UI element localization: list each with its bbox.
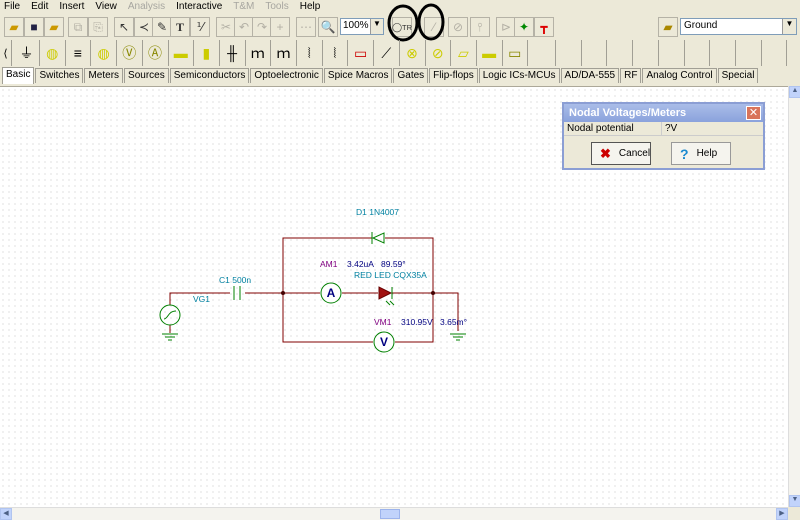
cancel-button[interactable]: ✖ Cancel bbox=[591, 142, 651, 165]
led-red[interactable] bbox=[378, 286, 395, 306]
capacitor-c1[interactable] bbox=[233, 286, 241, 300]
junction bbox=[431, 291, 435, 295]
help-label: Help bbox=[696, 148, 718, 159]
voltmeter-symbol: V bbox=[380, 335, 388, 349]
vg1-source[interactable] bbox=[159, 304, 181, 341]
dialog-title: Nodal Voltages/Meters bbox=[564, 104, 763, 122]
label-am1: AM1 bbox=[320, 259, 338, 269]
am1-phase: 89.59° bbox=[381, 259, 406, 269]
row-value: ?V bbox=[665, 123, 678, 134]
help-button[interactable]: ? Help bbox=[671, 142, 731, 165]
label-vm1: VM1 bbox=[374, 317, 392, 327]
help-icon: ? bbox=[680, 145, 689, 162]
scroll-left-icon[interactable]: ◀ bbox=[0, 508, 12, 520]
vm1-phase: 3.65m° bbox=[440, 317, 467, 327]
ground-symbol bbox=[450, 333, 466, 341]
ammeter-symbol: A bbox=[327, 286, 336, 300]
label-d1: D1 1N4007 bbox=[356, 207, 399, 217]
nodal-potential-row: Nodal potential ?V bbox=[564, 122, 763, 136]
nodal-voltages-dialog: Nodal Voltages/Meters ✕ Nodal potential … bbox=[562, 102, 765, 170]
label-vg1: VG1 bbox=[193, 294, 210, 304]
scroll-right-icon[interactable]: ▶ bbox=[776, 508, 788, 520]
row-label: Nodal potential bbox=[564, 122, 662, 135]
scroll-up-icon[interactable]: ▲ bbox=[789, 86, 800, 98]
diode-d1[interactable] bbox=[371, 232, 385, 244]
vm1-value: 310.95V bbox=[401, 317, 433, 327]
label-c1: C1 500n bbox=[219, 275, 251, 285]
vertical-scrollbar[interactable]: ▲ ▼ bbox=[788, 86, 800, 507]
scroll-thumb[interactable] bbox=[380, 509, 400, 519]
label-led: RED LED CQX35A bbox=[354, 270, 427, 280]
cancel-label: Cancel bbox=[618, 148, 651, 159]
scroll-down-icon[interactable]: ▼ bbox=[789, 495, 800, 507]
junction bbox=[281, 291, 285, 295]
x-icon: ✖ bbox=[600, 145, 611, 161]
circuit-diagram: A V VG1 C1 500n D1 1N4007 AM1 3.42uA 89.… bbox=[159, 207, 467, 353]
am1-value: 3.42uA bbox=[347, 259, 374, 269]
close-icon[interactable]: ✕ bbox=[746, 106, 761, 120]
horizontal-scrollbar[interactable]: ◀ ▶ bbox=[0, 507, 788, 520]
